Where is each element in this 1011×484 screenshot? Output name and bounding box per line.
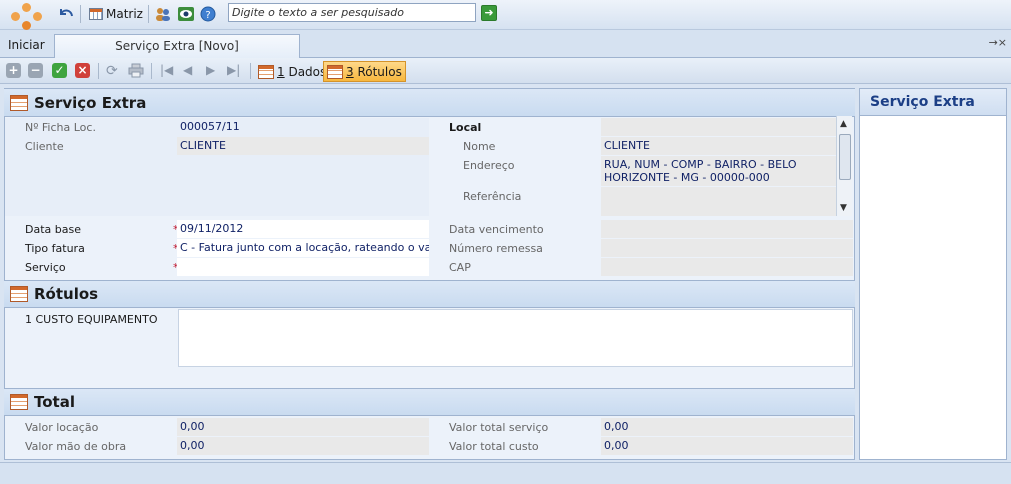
toolbar-separator — [80, 5, 81, 23]
previous-record-icon[interactable]: ◀ — [183, 63, 192, 77]
numero-remessa-field — [601, 239, 853, 257]
tipo-fatura-select[interactable]: C - Fatura junto com a locação, rateando… — [177, 239, 429, 257]
endereco-line-1: RUA, NUM - COMP - BAIRRO - BELO — [604, 158, 797, 171]
users-button[interactable] — [154, 4, 172, 24]
endereco-label: Endereço — [463, 159, 515, 172]
next-record-icon[interactable]: ▶ — [206, 63, 215, 77]
search-input[interactable]: Digite o texto a ser pesquisado — [228, 3, 476, 22]
cap-field — [601, 258, 853, 276]
rotulo-textarea[interactable] — [178, 309, 853, 367]
dados-label: Dados — [284, 64, 327, 79]
rotulos-label: Rótulos — [353, 64, 402, 79]
undo-icon — [60, 9, 73, 17]
valor-mao-obra-field: 0,00 — [177, 437, 429, 455]
toolbar-separator — [151, 63, 152, 79]
valor-total-custo-field: 0,00 — [601, 437, 853, 455]
right-side-panel: Serviço Extra — [859, 88, 1007, 460]
cliente-label: Cliente — [25, 140, 64, 153]
print-icon[interactable] — [128, 63, 144, 81]
last-record-icon[interactable]: ▶| — [227, 63, 240, 77]
servico-input[interactable] — [177, 258, 429, 276]
svg-text:?: ? — [205, 10, 210, 21]
rotulo-item-label: 1 CUSTO EQUIPAMENTO — [25, 313, 158, 326]
data-base-label: Data base — [25, 223, 81, 236]
users-icon — [156, 8, 170, 21]
confirm-button[interactable]: ✓ — [52, 63, 67, 78]
grid-icon — [89, 8, 103, 20]
first-record-icon[interactable]: |◀ — [160, 63, 173, 77]
search-go-button[interactable]: ➜ — [481, 5, 497, 21]
endereco-line-2: HORIZONTE - MG - 00000-000 — [604, 171, 770, 184]
referencia-label: Referência — [463, 190, 522, 203]
tab-servico-extra[interactable]: Serviço Extra [Novo] — [54, 34, 300, 58]
remove-button[interactable]: − — [28, 63, 43, 78]
right-panel-title: Serviço Extra — [860, 89, 1006, 116]
toolbar-separator — [250, 63, 251, 79]
table-icon — [10, 394, 28, 410]
toolbar-separator — [98, 63, 99, 79]
cliente-field[interactable]: CLIENTE — [177, 137, 429, 155]
valor-total-custo-label: Valor total custo — [449, 440, 539, 453]
toolbar-separator — [148, 5, 149, 23]
scroll-thumb[interactable] — [839, 134, 851, 180]
matriz-button[interactable]: Matriz — [89, 4, 143, 24]
data-base-input[interactable]: 09/11/2012 — [177, 220, 429, 238]
check-icon: ✓ — [54, 63, 65, 77]
table-icon — [10, 94, 28, 111]
section-title: Total — [34, 393, 75, 411]
table-icon — [258, 64, 274, 79]
tipo-fatura-label: Tipo fatura — [25, 242, 85, 255]
help-icon: ? — [200, 6, 216, 22]
section-header-total: Total — [4, 388, 855, 416]
referencia-field — [601, 187, 836, 216]
table-icon — [327, 64, 343, 79]
valor-total-servico-label: Valor total serviço — [449, 421, 549, 434]
add-button[interactable]: + — [6, 63, 21, 78]
section-header-rotulos: Rótulos — [4, 280, 855, 308]
valor-total-servico-field: 0,00 — [601, 418, 853, 436]
view-button[interactable] — [177, 4, 195, 24]
help-button[interactable]: ? — [200, 4, 218, 24]
dados-button[interactable]: 1 Dados — [255, 61, 329, 82]
scroll-down-icon[interactable]: ▼ — [840, 203, 847, 213]
undo-button[interactable] — [57, 4, 75, 24]
tab-iniciar[interactable]: Iniciar — [8, 38, 45, 52]
dados-shortcut: 1 — [277, 64, 285, 79]
endereco-field: RUA, NUM - COMP - BAIRRO - BELO HORIZONT… — [601, 156, 836, 186]
local-field — [601, 118, 836, 136]
scroll-up-icon[interactable]: ▲ — [840, 119, 847, 129]
valor-mao-obra-label: Valor mão de obra — [25, 440, 127, 453]
nome-label: Nome — [463, 140, 496, 153]
app-toolbar — [0, 0, 1011, 30]
arrow-right-icon: ➜ — [484, 6, 494, 19]
servico-label: Serviço — [25, 261, 66, 274]
section-header-servico-extra: Serviço Extra — [4, 89, 855, 117]
valor-locacao-label: Valor locação — [25, 421, 99, 434]
local-label: Local — [449, 121, 482, 134]
close-icon: × — [77, 63, 88, 77]
plus-icon: + — [8, 63, 19, 77]
data-vencimento-field — [601, 220, 853, 238]
pin-close-icon[interactable]: →× — [989, 36, 1007, 49]
section-title: Rótulos — [34, 285, 99, 303]
cancel-button[interactable]: × — [75, 63, 90, 78]
numero-remessa-label: Número remessa — [449, 242, 543, 255]
ficha-label: Nº Ficha Loc. — [25, 121, 96, 134]
rotulos-shortcut: 3 — [346, 64, 354, 79]
cap-label: CAP — [449, 261, 471, 274]
nome-field: CLIENTE — [601, 137, 836, 155]
rotulos-button[interactable]: 3 Rótulos — [323, 61, 406, 82]
status-bar — [0, 462, 1011, 484]
valor-locacao-field: 0,00 — [177, 418, 429, 436]
eye-icon — [178, 7, 194, 21]
section-title: Serviço Extra — [34, 93, 147, 112]
refresh-icon[interactable]: ⟳ — [106, 63, 118, 79]
matriz-label: Matriz — [106, 7, 143, 21]
data-vencimento-label: Data vencimento — [449, 223, 544, 236]
ficha-field: 000057/11 — [177, 118, 429, 136]
minus-icon: − — [30, 63, 41, 77]
table-icon — [10, 286, 28, 302]
local-scrollbar[interactable]: ▲ ▼ — [836, 116, 852, 216]
